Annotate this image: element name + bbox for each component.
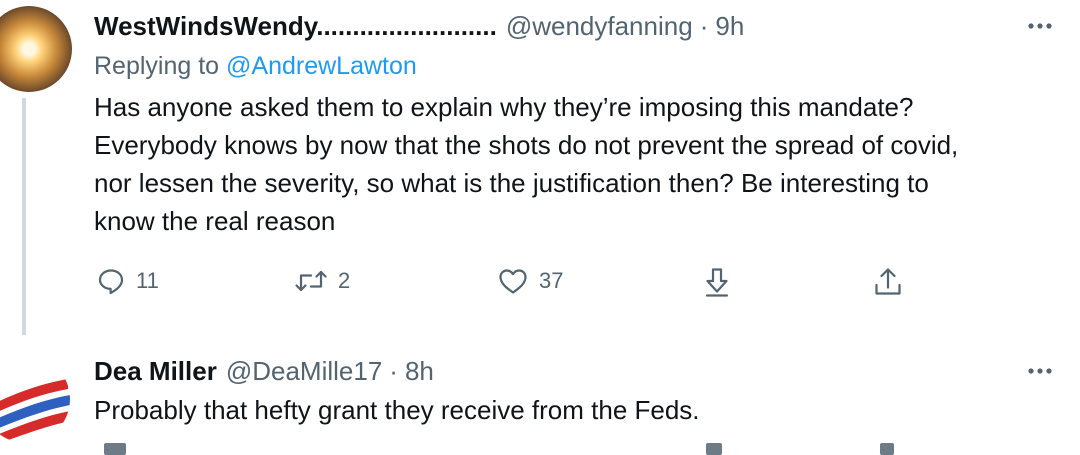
separator-dot: · — [699, 10, 709, 41]
user-handle[interactable]: @DeaMille17 — [226, 356, 382, 387]
reply-bubble-icon[interactable] — [104, 443, 126, 455]
reply-bubble-icon — [98, 269, 124, 295]
user-handle[interactable]: @wendyfanning — [506, 11, 693, 42]
share-icon[interactable] — [880, 443, 894, 455]
tweet-text: Probably that hefty grant they receive f… — [94, 391, 1054, 429]
like-button[interactable]: 37 — [497, 266, 563, 296]
tweet-header: WestWindsWendy......................... … — [94, 8, 744, 44]
tweet-text-line: Probably that hefty grant they receive f… — [94, 395, 700, 425]
avatar[interactable] — [0, 355, 70, 443]
display-name[interactable]: Dea Miller — [94, 356, 217, 387]
replying-to-line: Replying to @AndrewLawton — [94, 52, 417, 81]
tweet-text-line: know the real reason — [94, 206, 336, 236]
display-name[interactable]: WestWindsWendy......................... — [94, 11, 497, 42]
retweet-icon — [295, 270, 327, 292]
download-arrow-icon[interactable] — [706, 443, 722, 455]
tweet-wendy[interactable]: WestWindsWendy......................... … — [0, 0, 1080, 335]
like-count: 37 — [539, 268, 564, 293]
tweet-dea[interactable]: Dea Miller @DeaMille17 · 8h Probably tha… — [0, 335, 1080, 455]
retweet-count: 2 — [338, 268, 351, 293]
replying-to-label: Replying to — [94, 52, 220, 80]
more-dots-icon[interactable] — [1022, 353, 1058, 389]
flag-stripes-graphic — [0, 355, 70, 443]
timestamp[interactable]: 8h — [405, 356, 434, 387]
heart-icon — [499, 269, 527, 294]
download-arrow-icon — [705, 268, 729, 297]
replying-to-handle-link[interactable]: @AndrewLawton — [226, 52, 417, 80]
avatar[interactable] — [0, 6, 72, 92]
retweet-button[interactable]: 2 — [294, 266, 350, 296]
download-button[interactable] — [702, 266, 732, 298]
tweet-text-line: Everybody knows by now that the shots do… — [94, 130, 959, 160]
reply-count: 11 — [136, 268, 159, 293]
reply-button[interactable]: 11 — [96, 266, 159, 296]
share-icon — [875, 268, 901, 295]
tweet-text-line: nor lessen the severity, so what is the … — [94, 168, 929, 198]
tweet-text-line: Has anyone asked them to explain why the… — [94, 92, 914, 122]
share-button[interactable] — [872, 266, 904, 298]
tweet-header: Dea Miller @DeaMille17 · 8h — [94, 353, 434, 389]
more-dots-icon[interactable] — [1022, 8, 1058, 44]
separator-dot: · — [389, 355, 398, 386]
tweet-text: Has anyone asked them to explain why the… — [94, 88, 1054, 240]
tweet-actions: 11 2 37 — [0, 266, 1080, 306]
timestamp[interactable]: 9h — [715, 11, 744, 42]
